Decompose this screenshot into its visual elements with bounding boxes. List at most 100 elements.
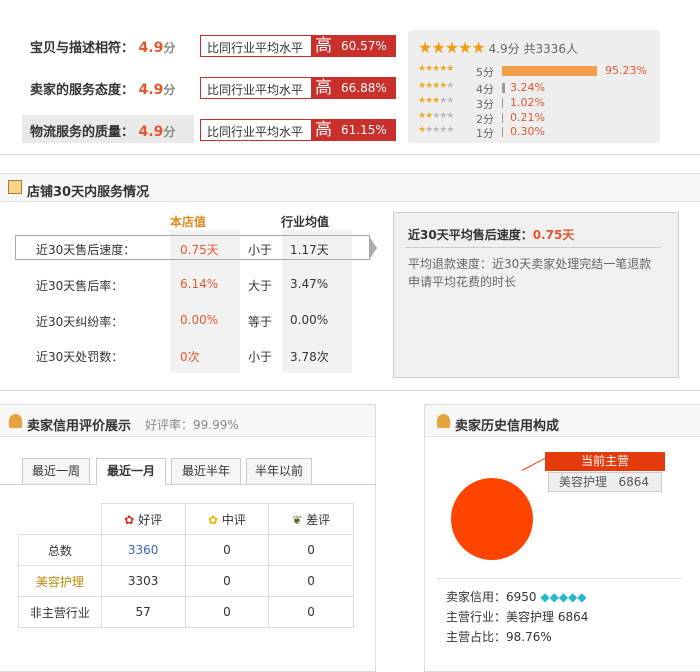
cell-bad: 0 [268, 565, 354, 597]
good-rate: 好评率：99.99% [145, 418, 239, 432]
service-row-avg: 3.47% [290, 277, 329, 291]
credit-line: 卖家信用：6950 ◆◆◆◆◆ [446, 588, 587, 605]
dist-pct: 0.30% [510, 125, 545, 138]
rating-score: 4.9 [138, 40, 164, 56]
level-badge: 高 [311, 119, 336, 141]
dist-bar [502, 66, 597, 76]
dist-bar [502, 113, 503, 123]
compare-pct: 66.88% [336, 77, 396, 99]
service-row-avg: 3.78次 [290, 350, 329, 364]
header-bad: ❦ 差评 [268, 503, 354, 535]
dist-label: 5分 [476, 66, 494, 79]
industry-label: 主营行业： [446, 610, 507, 624]
service-row-label: 近30天售后速度： [36, 243, 136, 257]
compare-pct: 61.15% [336, 119, 396, 141]
table-row: 美容护理 3303 0 0 [18, 565, 354, 597]
credit-table: ✿ 好评 ✿ 中评 ❦ 差评 总数 3360 0 0 美容护理 3303 0 0… [18, 503, 354, 628]
dist-label: 4分 [476, 83, 494, 96]
mini-stars-icon: ★★★★★ [418, 64, 454, 74]
rating-label: 宝贝与描述相符： [30, 41, 135, 56]
service-row-value: 6.14% [180, 277, 219, 291]
credit-value: 6950 [506, 590, 537, 604]
service-title: 店铺30天内服务情况 [27, 185, 150, 200]
header-good-label: 好评 [138, 512, 163, 527]
cell-good[interactable]: 3360 [100, 534, 186, 566]
user-icon [437, 414, 450, 428]
main-industry-box: 美容护理 6864 [548, 472, 662, 492]
tab-half-year[interactable]: 最近半年 [171, 458, 241, 484]
good-flower-icon: ✿ [124, 512, 135, 527]
compare-text: 比同行业平均水平 [207, 83, 304, 97]
detail-heading: 近30天平均售后速度：0.75天 [408, 226, 574, 243]
header-neutral-label: 中评 [221, 512, 246, 527]
mini-stars-icon: ★★★★★ [418, 125, 454, 135]
rating-label: 卖家的服务态度： [30, 83, 135, 98]
service-row-compare: 等于 [248, 315, 273, 329]
neutral-flower-icon: ✿ [207, 512, 218, 527]
row-label-link[interactable]: 美容护理 [18, 565, 102, 597]
shop-icon [8, 180, 22, 194]
main-tag: 当前主营 [545, 452, 665, 471]
rating-score: 4.9 [138, 124, 164, 140]
tab-before-half-year[interactable]: 半年以前 [246, 458, 312, 484]
distribution-row: ★★★★★ 2分 0.21% [418, 111, 658, 126]
compare-pct: 60.57% [336, 35, 396, 57]
table-row: 非主营行业 57 0 0 [18, 596, 354, 628]
cell-neutral: 0 [184, 565, 270, 597]
dist-bar [502, 98, 503, 108]
header-bad-label: 差评 [306, 512, 331, 527]
dist-pct: 1.02% [510, 96, 545, 109]
ratio-line: 主营占比：98.76% [446, 628, 552, 645]
bad-flower-icon: ❦ [292, 512, 303, 527]
rating-score: 4.9 [138, 82, 164, 98]
cell-bad: 0 [268, 596, 354, 628]
compare-box-desc: 比同行业平均水平 高 60.57% [200, 35, 396, 57]
diamond-icon: ◆◆◆◆◆ [540, 590, 587, 604]
tab-month[interactable]: 最近一月 [96, 458, 166, 485]
detail-divider [405, 247, 661, 248]
history-title: 卖家历史信用构成 [455, 419, 560, 434]
mini-stars-icon: ★★★★★ [418, 81, 454, 91]
dist-label: 3分 [476, 98, 494, 111]
history-pie-chart [451, 478, 533, 560]
tab-week[interactable]: 最近一周 [22, 458, 90, 484]
col-store-header: 本店值 [170, 215, 207, 229]
rating-unit: 分 [163, 125, 176, 139]
distribution-row: ★★★★★ 1分 0.30% [418, 125, 658, 140]
summary-score: 4.9分 [488, 42, 520, 56]
history-divider [436, 578, 682, 579]
industry-value: 美容护理 6864 [506, 610, 589, 624]
summary-total: 共3336人 [523, 42, 579, 56]
summary-row: ★★★★★ 4.9分 共3336人 [418, 38, 578, 57]
user-icon [9, 414, 22, 428]
main-value: 6864 [618, 475, 650, 489]
cell-good: 3303 [100, 565, 186, 597]
table-corner [18, 503, 102, 535]
detail-desc: 平均退款速度：近30天卖家处理完结一笔退款申请平均花费的时长 [408, 257, 652, 289]
level-badge: 高 [311, 35, 336, 57]
service-row-label: 近30天处罚数： [36, 350, 124, 364]
rating-unit: 分 [163, 41, 176, 55]
dist-label: 1分 [476, 127, 494, 140]
row-label: 总数 [18, 534, 102, 566]
detail-title: 近30天平均售后速度： [408, 228, 533, 242]
rating-row-logistics: 物流服务的质量： 4.9分 [30, 121, 175, 140]
compare-box-logistics: 比同行业平均水平 高 61.15% [200, 119, 396, 141]
industry-line: 主营行业：美容护理 6864 [446, 608, 588, 625]
service-row-avg: 0.00% [290, 313, 329, 327]
detail-value: 0.75天 [532, 228, 575, 242]
dist-pct: 95.23% [605, 64, 647, 77]
table-header-row: ✿ 好评 ✿ 中评 ❦ 差评 [18, 503, 354, 535]
ratio-label: 主营占比： [446, 630, 507, 644]
compare-text: 比同行业平均水平 [207, 41, 304, 55]
level-badge: 高 [311, 77, 336, 99]
header-neutral: ✿ 中评 [184, 503, 270, 535]
cell-neutral: 0 [184, 596, 270, 628]
service-row-value: 0.00% [180, 313, 219, 327]
rating-unit: 分 [163, 83, 176, 97]
rating-row-desc: 宝贝与描述相符： 4.9分 [30, 37, 175, 56]
cell-good: 57 [100, 596, 186, 628]
service-row-value: 0次 [180, 350, 200, 364]
credit-title: 卖家信用评价展示 [27, 419, 132, 434]
dist-bar [502, 83, 505, 93]
